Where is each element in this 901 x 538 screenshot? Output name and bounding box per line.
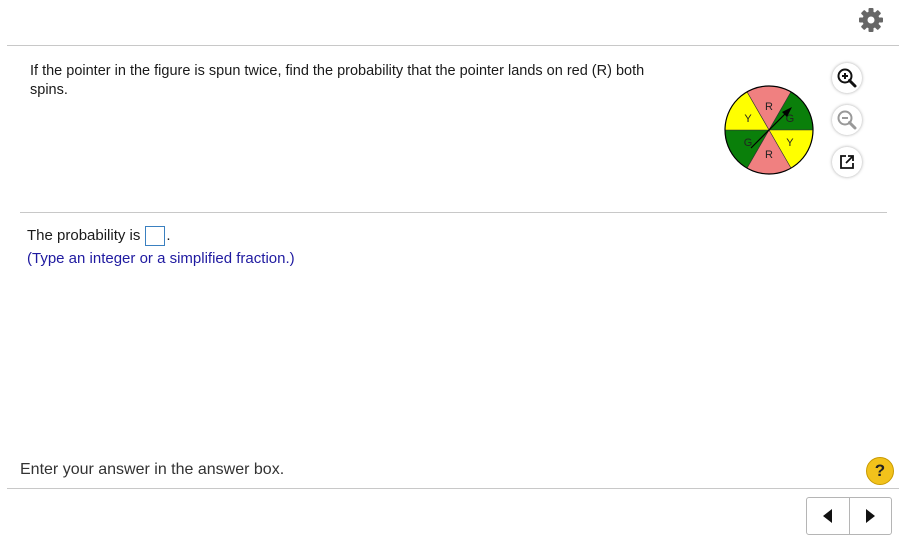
triangle-left-icon xyxy=(822,509,832,523)
spinner-section-label: Y xyxy=(786,137,794,149)
footer-divider xyxy=(7,488,899,489)
zoom-out-icon xyxy=(837,110,857,130)
help-button[interactable]: ? xyxy=(866,457,894,485)
spinner-section-label: R xyxy=(765,101,773,113)
spinner-section-label: Y xyxy=(744,113,752,125)
triangle-right-icon xyxy=(866,509,876,523)
answer-suffix: . xyxy=(166,227,171,244)
answer-hint: (Type an integer or a simplified fractio… xyxy=(27,250,295,267)
answer-input[interactable] xyxy=(145,226,166,246)
zoom-in-icon xyxy=(837,68,857,88)
spinner-section-label: R xyxy=(765,149,773,161)
zoom-out-button[interactable] xyxy=(832,105,862,135)
answer-prefix: The probability is xyxy=(27,227,141,244)
previous-button[interactable] xyxy=(807,498,849,534)
popout-button[interactable] xyxy=(832,147,862,177)
popout-icon xyxy=(840,155,854,169)
help-icon: ? xyxy=(874,461,886,480)
header-divider xyxy=(7,45,899,46)
settings-button[interactable] xyxy=(857,6,885,34)
section-divider xyxy=(20,212,887,213)
spinner-figure: RGYRGY xyxy=(720,82,820,178)
next-button[interactable] xyxy=(848,498,892,534)
gear-icon xyxy=(859,8,883,32)
zoom-in-button[interactable] xyxy=(832,63,862,93)
instruction-text: Enter your answer in the answer box. xyxy=(20,461,285,478)
answer-line: The probability is . xyxy=(27,226,171,246)
navigation-buttons xyxy=(806,497,892,535)
question-text: If the pointer in the figure is spun twi… xyxy=(30,63,645,98)
